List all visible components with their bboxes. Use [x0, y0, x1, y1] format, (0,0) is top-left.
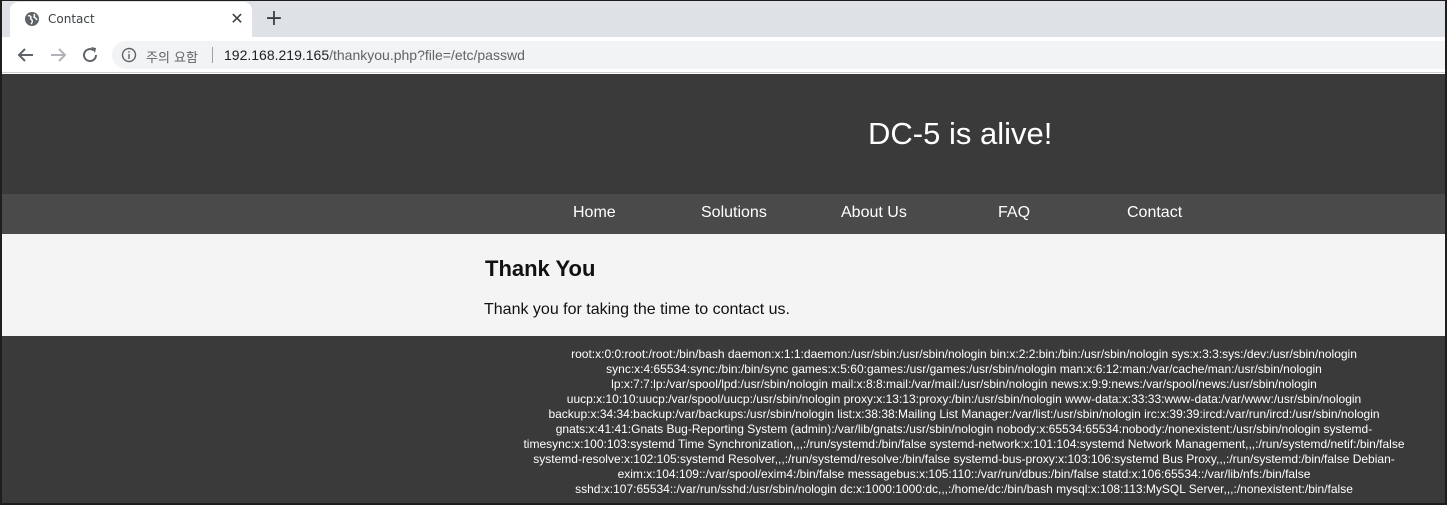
site-header: DC-5 is alive! [2, 74, 1445, 194]
site-title: DC-5 is alive! [868, 116, 1053, 151]
nav-link-solutions[interactable]: Solutions [701, 204, 767, 222]
passwd-output: root:x:0:0:root:/root:/bin/bash daemon:x… [488, 347, 1440, 497]
main-content: Thank You Thank you for taking the time … [2, 234, 1445, 336]
passwd-line: sshd:x:107:65534::/var/run/sshd:/usr/sbi… [575, 482, 1353, 496]
passwd-line: uucp:x:10:10:uucp:/var/spool/uucp:/usr/s… [566, 392, 1362, 406]
arrow-right-icon [51, 48, 67, 62]
tab-title: Contact [48, 12, 95, 26]
passwd-line: sync:x:4:65534:sync:/bin:/bin/sync games… [606, 362, 1322, 376]
nav-link-faq[interactable]: FAQ [998, 204, 1030, 222]
thank-you-message: Thank you for taking the time to contact… [484, 301, 790, 318]
tab-strip: Contact ✕ + [2, 1, 1445, 37]
passwd-line: exim:x:104:109::/var/spool/exim4:/bin/fa… [617, 467, 1311, 481]
nav-link-about-us[interactable]: About Us [841, 204, 907, 222]
passwd-line: systemd-resolve:x:102:105:systemd Resolv… [533, 452, 1395, 466]
web-page: DC-5 is alive! Home Solutions About Us F… [2, 74, 1445, 503]
passwd-line: root:x:0:0:root:/root:/bin/bash daemon:x… [571, 347, 1357, 361]
url-text[interactable]: 192.168.219.165/thankyou.php?file=/etc/p… [224, 47, 525, 63]
new-tab-button[interactable]: + [261, 6, 287, 32]
url-host: 192.168.219.165 [224, 47, 330, 63]
back-button[interactable] [14, 43, 38, 67]
address-bar[interactable]: 주의 요함 192.168.219.165/thankyou.php?file=… [112, 41, 1445, 69]
passwd-line: lp:x:7:7:lp:/var/spool/lpd:/usr/sbin/nol… [611, 377, 1317, 391]
browser-window: Contact ✕ + 주의 요함 192.168.219.165/thanky… [0, 0, 1447, 505]
passwd-line: backup:x:34:34:backup:/var/backups:/usr/… [548, 407, 1380, 421]
url-path: /thankyou.php?file=/etc/passwd [329, 47, 525, 63]
browser-toolbar: 주의 요함 192.168.219.165/thankyou.php?file=… [2, 37, 1445, 73]
security-label[interactable]: 주의 요함 [146, 47, 198, 66]
site-nav: Home Solutions About Us FAQ Contact [2, 194, 1445, 234]
reload-icon [83, 47, 98, 63]
divider [212, 47, 213, 63]
nav-link-home[interactable]: Home [573, 204, 616, 222]
close-tab-icon[interactable]: ✕ [228, 10, 246, 28]
info-icon[interactable] [121, 47, 137, 63]
globe-icon [24, 11, 40, 27]
forward-button[interactable] [46, 43, 70, 67]
passwd-line: gnats:x:41:41:Gnats Bug-Reporting System… [555, 422, 1373, 436]
reload-button[interactable] [78, 43, 102, 67]
passwd-line: timesync:x:100:103:systemd Time Synchron… [523, 437, 1405, 451]
nav-link-contact[interactable]: Contact [1127, 204, 1182, 222]
page-heading: Thank You [485, 256, 596, 281]
arrow-left-icon [17, 48, 33, 62]
site-footer: root:x:0:0:root:/root:/bin/bash daemon:x… [2, 336, 1445, 503]
tab-contact[interactable]: Contact ✕ [10, 2, 252, 37]
